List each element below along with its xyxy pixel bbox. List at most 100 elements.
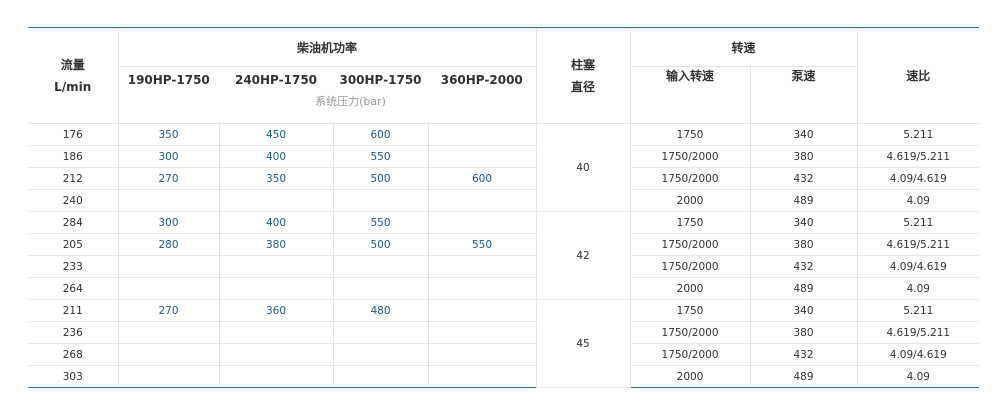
table-row: 236 1750/2000 380 4.619/5.211	[28, 321, 980, 344]
flow-cell: 205	[28, 233, 118, 256]
speed-group-header: 转速	[629, 27, 858, 67]
flow-header-line2: L/min	[54, 79, 92, 94]
table-body: 176 350 450 600 40 1750 340 5.211 186 300 400 550 17…	[28, 123, 980, 388]
pressure-300hp-cell	[332, 365, 428, 388]
pump-speed-cell: 380	[749, 233, 858, 256]
pressure-300hp-cell: 480	[332, 299, 428, 322]
input-speed-cell: 1750/2000	[629, 233, 751, 256]
input-speed-cell: 1750/2000	[629, 145, 751, 168]
pressure-240hp-cell	[218, 343, 333, 366]
pump-speed-cell: 489	[749, 189, 858, 212]
pressure-360hp-cell	[427, 145, 537, 168]
flow-cell: 268	[28, 343, 118, 366]
input-speed-header: 输入转速	[629, 66, 751, 124]
table-row: 176 350 450 600 40 1750 340 5.211	[28, 123, 980, 212]
pressure-190hp-cell: 280	[117, 233, 219, 256]
input-speed-cell: 1750	[629, 299, 751, 322]
speed-ratio-cell: 4.619/5.211	[856, 233, 980, 256]
pressure-360hp-cell	[427, 365, 537, 388]
pressure-note: 系统压力(bar)	[315, 95, 386, 108]
pressure-360hp-cell	[427, 255, 537, 278]
pressure-300hp-cell	[332, 277, 428, 300]
pressure-190hp-cell	[117, 343, 219, 366]
pressure-300hp-cell	[332, 343, 428, 366]
power-col-190hp: 190HP-1750	[117, 66, 219, 124]
table-row: 240 2000 489 4.09	[28, 189, 980, 212]
pressure-190hp-cell	[117, 321, 219, 344]
input-speed-cell: 2000	[629, 365, 751, 388]
pump-speed-cell: 380	[749, 145, 858, 168]
power-col-240hp-label: 240HP-1750	[234, 73, 318, 87]
pressure-360hp-cell	[427, 299, 537, 322]
pressure-360hp-cell: 600	[427, 167, 537, 190]
pressure-300hp-cell	[332, 255, 428, 278]
input-speed-cell: 1750	[629, 123, 751, 146]
flow-header: 流量 L/min	[28, 27, 118, 124]
pressure-360hp-cell	[427, 321, 537, 344]
pressure-240hp-cell: 360	[218, 299, 333, 322]
pressure-190hp-cell	[117, 189, 219, 212]
table-row: 211 270 360 480 45 1750 340 5.211	[28, 299, 980, 388]
pressure-240hp-cell: 400	[218, 211, 333, 234]
pressure-190hp-cell: 270	[117, 299, 219, 322]
input-speed-cell: 1750/2000	[629, 343, 751, 366]
table-row: 186 300 400 550 1750/2000 380 4.619/5.211	[28, 145, 980, 168]
input-speed-cell: 1750/2000	[629, 167, 751, 190]
pressure-360hp-cell	[427, 189, 537, 212]
flow-cell: 240	[28, 189, 118, 212]
table-row: 212 270 350 500 600 1750/2000 432 4.09/4.619	[28, 167, 980, 190]
pressure-300hp-cell	[332, 321, 428, 344]
power-group-header: 柴油机功率	[117, 27, 537, 67]
speed-ratio-cell: 4.09	[856, 365, 980, 388]
pressure-190hp-cell	[117, 365, 219, 388]
table-row: 284 300 400 550 42 1750 340 5.211	[28, 211, 980, 300]
pressure-240hp-cell	[218, 365, 333, 388]
pressure-190hp-cell: 350	[117, 123, 219, 146]
flow-cell: 176	[28, 123, 118, 146]
flow-cell: 236	[28, 321, 118, 344]
speed-ratio-cell: 5.211	[856, 211, 980, 234]
power-col-300hp: 300HP-1750 系统压力(bar)	[315, 66, 428, 124]
pressure-190hp-cell: 300	[117, 211, 219, 234]
power-col-300hp-label: 300HP-1750	[339, 73, 422, 87]
table-row: 264 2000 489 4.09	[28, 277, 980, 300]
plunger-header: 柱塞 直径	[535, 27, 631, 124]
pressure-240hp-cell: 450	[218, 123, 333, 146]
pump-speed-cell: 489	[749, 365, 858, 388]
flow-cell: 233	[28, 255, 118, 278]
pump-speed-cell: 432	[749, 167, 858, 190]
flow-header-line1: 流量	[60, 57, 85, 72]
pressure-190hp-cell	[117, 255, 219, 278]
pressure-190hp-cell: 300	[117, 145, 219, 168]
flow-cell: 186	[28, 145, 118, 168]
input-speed-cell: 2000	[629, 189, 751, 212]
plunger-diameter-cell: 45	[535, 299, 631, 388]
input-speed-cell: 1750/2000	[629, 255, 751, 278]
header-row-2: 190HP-1750 240HP-1750 300HP-1750 系统压力(ba…	[28, 66, 979, 124]
pressure-190hp-cell: 270	[117, 167, 219, 190]
header-row-1: 流量 L/min 柴油机功率 柱塞 直径 转速 速比	[28, 27, 980, 124]
speed-ratio-cell: 4.619/5.211	[856, 145, 980, 168]
pump-speed-cell: 432	[749, 255, 858, 278]
plunger-header-line1: 柱塞	[571, 57, 596, 72]
pressure-300hp-cell: 550	[332, 145, 428, 168]
pressure-240hp-cell: 380	[218, 233, 333, 256]
pump-speed-cell: 489	[749, 277, 858, 300]
table-row: 268 1750/2000 432 4.09/4.619	[28, 343, 980, 366]
pressure-360hp-cell	[427, 343, 537, 366]
pressure-360hp-cell	[427, 123, 537, 146]
input-speed-cell: 1750/2000	[629, 321, 751, 344]
ratio-header: 速比	[856, 27, 980, 124]
pump-speed-cell: 432	[749, 343, 858, 366]
flow-cell: 284	[28, 211, 118, 234]
pressure-300hp-cell: 500	[332, 167, 428, 190]
pressure-240hp-cell: 350	[218, 167, 333, 190]
pressure-360hp-cell	[427, 211, 537, 234]
pressure-360hp-cell	[427, 277, 537, 300]
flow-cell: 264	[28, 277, 118, 300]
pump-speed-cell: 340	[749, 123, 858, 146]
spec-table-container: 流量 L/min 柴油机功率 柱塞 直径 转速 速比 190HP-1750 24…	[28, 27, 980, 388]
flow-cell: 212	[28, 167, 118, 190]
pressure-360hp-cell: 550	[427, 233, 537, 256]
pressure-240hp-cell	[218, 189, 333, 212]
